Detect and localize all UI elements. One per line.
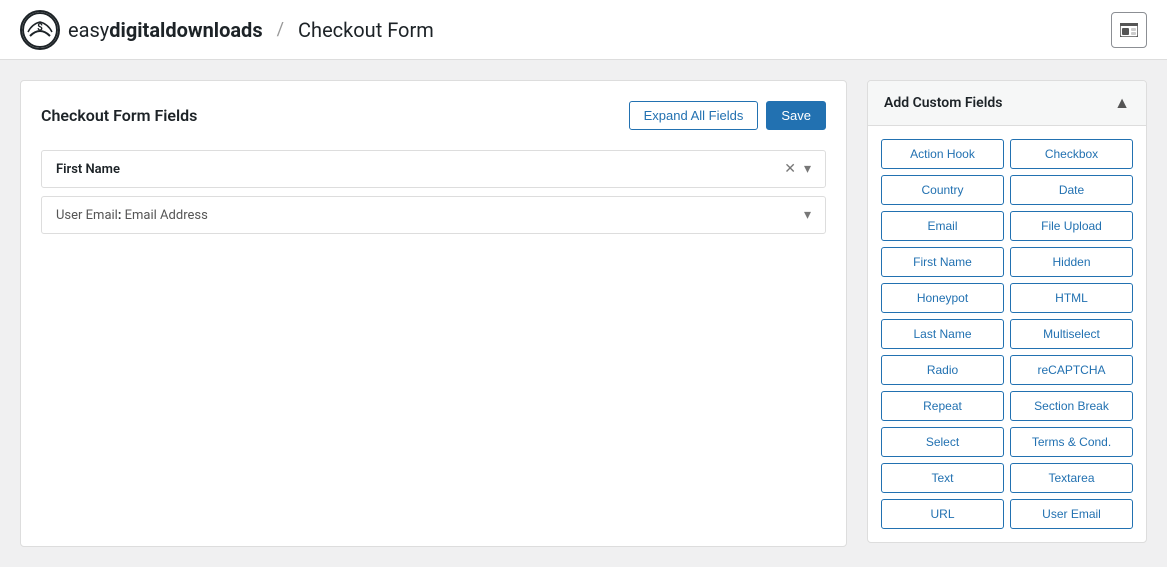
- custom-field-btn-text[interactable]: Text: [881, 463, 1004, 493]
- custom-field-btn-recaptcha[interactable]: reCAPTCHA: [1010, 355, 1133, 385]
- brand-digital: digital: [109, 18, 165, 42]
- custom-field-btn-honeypot[interactable]: Honeypot: [881, 283, 1004, 313]
- field-row-actions-first-name: ✕ ▾: [784, 161, 811, 177]
- custom-field-btn-date[interactable]: Date: [1010, 175, 1133, 205]
- custom-fields-grid: Action HookCheckboxCountryDateEmailFile …: [868, 126, 1146, 542]
- custom-field-btn-email[interactable]: Email: [881, 211, 1004, 241]
- collapse-button[interactable]: ▲: [1114, 93, 1130, 113]
- custom-field-btn-url[interactable]: URL: [881, 499, 1004, 529]
- logo-wrap: $ easydigitaldownloads / Checkout Form: [20, 10, 434, 50]
- expand-user-email-icon[interactable]: ▾: [804, 207, 811, 223]
- preview-icon: [1120, 23, 1138, 37]
- header-left: $ easydigitaldownloads / Checkout Form: [20, 10, 434, 50]
- custom-field-btn-checkbox[interactable]: Checkbox: [1010, 139, 1133, 169]
- panel-title: Checkout Form Fields: [41, 106, 197, 125]
- custom-field-btn-action-hook[interactable]: Action Hook: [881, 139, 1004, 169]
- expand-field-icon[interactable]: ▾: [804, 161, 811, 177]
- field-row-user-email: User Email: Email Address ▾: [41, 196, 826, 234]
- custom-field-btn-textarea[interactable]: Textarea: [1010, 463, 1133, 493]
- right-panel-title: Add Custom Fields: [884, 95, 1002, 111]
- expand-all-button[interactable]: Expand All Fields: [629, 101, 759, 130]
- preview-button[interactable]: [1111, 12, 1147, 48]
- brand-downloads: downloads: [165, 18, 262, 42]
- top-header: $ easydigitaldownloads / Checkout Form: [0, 0, 1167, 60]
- custom-field-btn-terms-cond-[interactable]: Terms & Cond.: [1010, 427, 1133, 457]
- field-label-first-name: First Name: [56, 162, 120, 177]
- brand-easy: easy: [68, 18, 109, 42]
- field-sub-label-email: Email Address: [125, 208, 208, 223]
- custom-field-btn-select[interactable]: Select: [881, 427, 1004, 457]
- right-panel-header: Add Custom Fields ▲: [868, 81, 1146, 126]
- panel-actions: Expand All Fields Save: [629, 101, 826, 130]
- custom-field-btn-country[interactable]: Country: [881, 175, 1004, 205]
- breadcrumb-separator: /: [277, 19, 284, 40]
- custom-field-btn-repeat[interactable]: Repeat: [881, 391, 1004, 421]
- main-content: Checkout Form Fields Expand All Fields S…: [0, 60, 1167, 567]
- field-row-actions-user-email: ▾: [804, 207, 811, 223]
- custom-field-btn-radio[interactable]: Radio: [881, 355, 1004, 385]
- custom-field-btn-section-break[interactable]: Section Break: [1010, 391, 1133, 421]
- custom-field-btn-user-email[interactable]: User Email: [1010, 499, 1133, 529]
- panel-header: Checkout Form Fields Expand All Fields S…: [41, 101, 826, 130]
- brand-name: easydigitaldownloads: [68, 18, 263, 42]
- custom-field-btn-hidden[interactable]: Hidden: [1010, 247, 1133, 277]
- custom-field-btn-multiselect[interactable]: Multiselect: [1010, 319, 1133, 349]
- field-row-first-name: First Name ✕ ▾: [41, 150, 826, 188]
- page-title: Checkout Form: [298, 18, 434, 42]
- left-panel: Checkout Form Fields Expand All Fields S…: [20, 80, 847, 547]
- custom-field-btn-html[interactable]: HTML: [1010, 283, 1133, 313]
- remove-field-icon[interactable]: ✕: [784, 161, 796, 177]
- custom-field-btn-file-upload[interactable]: File Upload: [1010, 211, 1133, 241]
- custom-field-btn-first-name[interactable]: First Name: [881, 247, 1004, 277]
- right-panel: Add Custom Fields ▲ Action HookCheckboxC…: [867, 80, 1147, 543]
- custom-field-btn-last-name[interactable]: Last Name: [881, 319, 1004, 349]
- save-button[interactable]: Save: [766, 101, 826, 130]
- header-right: [1111, 12, 1147, 48]
- field-label-user-email: User Email: Email Address: [56, 208, 208, 223]
- logo-icon: $: [20, 10, 60, 50]
